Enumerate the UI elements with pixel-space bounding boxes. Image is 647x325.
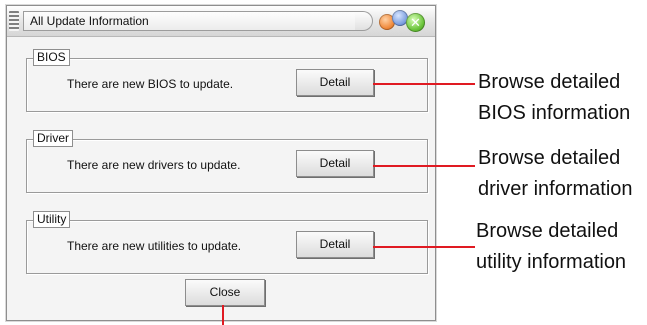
bios-group: BIOS There are new BIOS to update. Detai… (26, 49, 428, 112)
title-bar[interactable]: All Update Information ✕ (7, 6, 435, 37)
driver-pointer-line (373, 165, 475, 167)
utility-pointer-line (373, 246, 475, 248)
bios-detail-button[interactable]: Detail (296, 69, 374, 96)
driver-group: Driver There are new drivers to update. … (26, 130, 428, 193)
driver-callout-line2: driver information (478, 178, 633, 200)
driver-callout-line1: Browse detailed (478, 147, 621, 169)
driver-callout: Browse detailed driver information (478, 143, 633, 205)
driver-detail-button[interactable]: Detail (296, 150, 374, 177)
utility-update-message: There are new utilities to update. (67, 239, 242, 253)
drag-grip-icon[interactable] (9, 11, 19, 31)
utility-group: Utility There are new utilities to updat… (26, 211, 428, 274)
utility-callout-line2: utility information (476, 251, 627, 273)
close-pointer-line (222, 305, 224, 325)
bios-update-message: There are new BIOS to update. (67, 77, 234, 91)
close-button[interactable]: Close (185, 279, 265, 306)
bios-callout-line1: Browse detailed (478, 71, 621, 93)
bios-callout-line2: BIOS information (478, 102, 631, 124)
utility-group-label: Utility (33, 211, 71, 228)
driver-group-label: Driver (33, 130, 73, 147)
close-window-button[interactable]: ✕ (406, 13, 425, 32)
update-info-window: All Update Information ✕ BIOS There are … (6, 5, 436, 321)
driver-update-message: There are new drivers to update. (67, 158, 241, 172)
title-tab-edge (355, 11, 373, 31)
window-title: All Update Information (23, 11, 363, 31)
utility-detail-button[interactable]: Detail (296, 231, 374, 258)
utility-callout: Browse detailed utility information (476, 216, 626, 278)
close-icon: ✕ (410, 15, 421, 30)
bios-callout: Browse detailed BIOS information (478, 67, 630, 129)
utility-callout-line1: Browse detailed (476, 220, 619, 242)
bios-pointer-line (373, 83, 475, 85)
bios-group-label: BIOS (33, 49, 70, 66)
